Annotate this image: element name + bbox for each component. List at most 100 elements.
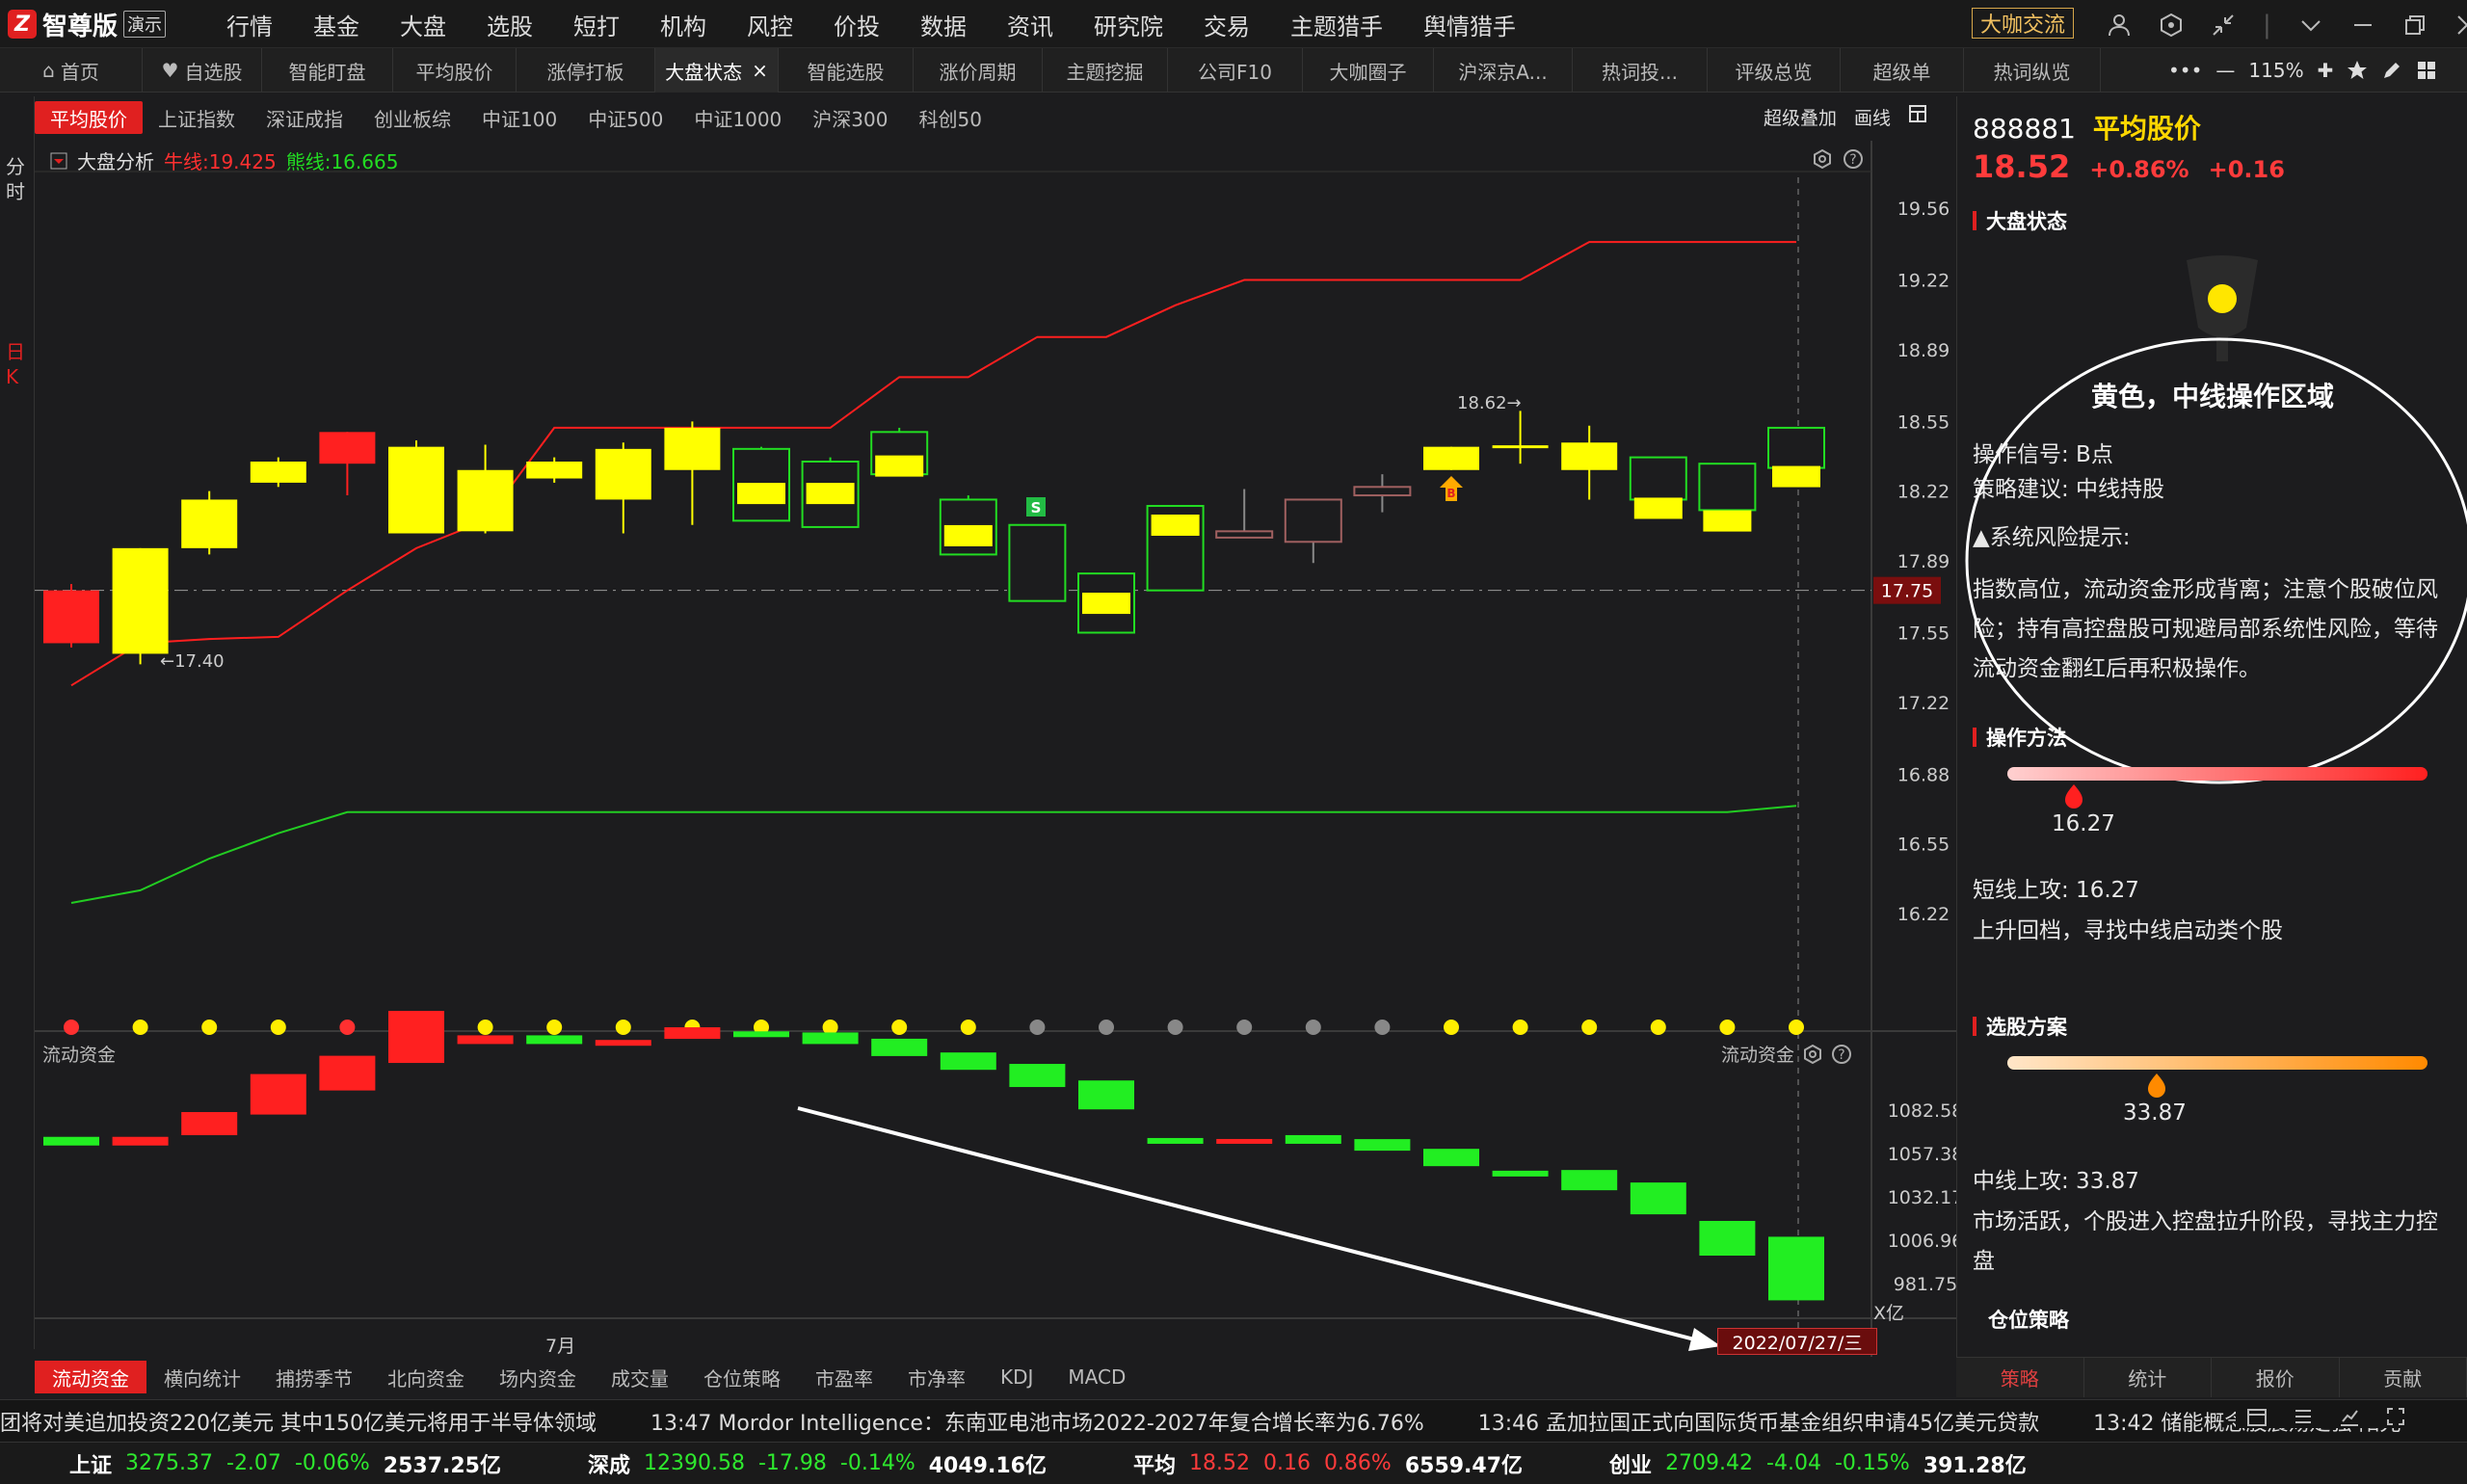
zoom-in-button[interactable]: ✚ [2318, 59, 2334, 82]
maximize-icon[interactable] [2402, 13, 2427, 38]
menu-item[interactable]: 舆情猎手 [1423, 8, 1516, 41]
menu-item[interactable]: 基金 [313, 8, 359, 41]
expand-icon[interactable] [2384, 1405, 2407, 1428]
index-tab-1[interactable]: 上证指数 [143, 101, 251, 134]
menu-item[interactable]: 机构 [660, 8, 706, 41]
news-item[interactable]: 13:47 Mordor Intelligence：东南亚电池市场2022-20… [650, 1406, 1424, 1437]
daily-k-button[interactable]: 日K [6, 339, 29, 389]
minimize-icon[interactable] [2350, 13, 2375, 38]
indicator-tab-3[interactable]: 北向资金 [370, 1361, 482, 1393]
tab-6[interactable]: 智能选股 [779, 48, 914, 93]
flow-bar [1147, 1137, 1204, 1144]
indicator-tab-0[interactable]: 流动资金 [35, 1361, 146, 1393]
help-icon[interactable]: ? [1843, 148, 1864, 170]
tab-3[interactable]: 平均股价 [393, 48, 517, 93]
menu-item[interactable]: 大盘 [400, 8, 446, 41]
index-tab-0[interactable]: 平均股价 [35, 101, 143, 134]
draw-button[interactable]: 画线 [1854, 104, 1891, 130]
news-ticker[interactable]: 团将对美追加投资220亿美元 其中150亿美元将用于半导体领域 13:47 Mor… [0, 1399, 2467, 1442]
flow-bar [1285, 1134, 1341, 1144]
layout-icon[interactable] [1908, 104, 1927, 123]
settings-icon[interactable] [1802, 1044, 1823, 1065]
cube-icon[interactable] [2159, 13, 2184, 38]
shrink-icon[interactable] [2211, 13, 2236, 38]
indicator-tab-8[interactable]: 市净率 [890, 1361, 983, 1393]
chart-icon[interactable] [2338, 1405, 2361, 1428]
tab-4[interactable]: 涨停打板 [517, 48, 655, 93]
indicator-tab-2[interactable]: 捕捞季节 [258, 1361, 370, 1393]
index-quote-3[interactable]: 创业 2709.42 -4.04 -0.15% 391.28亿 [1609, 1448, 2027, 1479]
menu-item[interactable]: 价投 [834, 8, 880, 41]
tab-2[interactable]: 智能盯盘 [262, 48, 393, 93]
indicator-tab-4[interactable]: 场内资金 [482, 1361, 594, 1393]
index-tab-3[interactable]: 创业板综 [358, 101, 466, 134]
chat-button[interactable]: 大咖交流 [1972, 8, 2075, 39]
tab-15[interactable]: 热词纵览 [1964, 48, 2101, 93]
flow-tick: 1032.17 [1888, 1187, 1956, 1208]
calendar-icon[interactable] [2245, 1405, 2268, 1428]
tab-close-icon[interactable]: × [752, 59, 768, 82]
menu-item[interactable]: 风控 [747, 8, 793, 41]
pen-icon[interactable] [2381, 60, 2402, 81]
tab-12[interactable]: 热词投... [1573, 48, 1708, 93]
main-chart[interactable]: 19.56 19.22 18.89 18.55 18.22 17.89 17.55 17.22… [35, 141, 1956, 1357]
help-icon[interactable]: ? [1831, 1044, 1852, 1065]
news-item[interactable]: 团将对美追加投资220亿美元 其中150亿美元将用于半导体领域 [0, 1406, 597, 1437]
tab-1[interactable]: ♥ 自选股 [143, 48, 262, 93]
menu-item[interactable]: 数据 [920, 8, 967, 41]
index-tab-5[interactable]: 中证500 [572, 101, 678, 134]
more-tabs-button[interactable]: ••• [2168, 59, 2202, 82]
tab-9[interactable]: 公司F10 [1168, 48, 1303, 93]
zoom-out-button[interactable]: — [2215, 59, 2235, 82]
menu-item[interactable]: 选股 [487, 8, 533, 41]
tab-13[interactable]: 评级总览 [1708, 48, 1841, 93]
menu-item[interactable]: 主题猎手 [1290, 8, 1383, 41]
index-tab-7[interactable]: 沪深300 [797, 101, 903, 134]
close-icon[interactable] [2454, 13, 2467, 38]
panel-tab-1[interactable]: 统计 [2084, 1358, 2212, 1397]
menu-item[interactable]: 行情 [226, 8, 273, 41]
index-tab-8[interactable]: 科创50 [903, 101, 996, 134]
indicator-tab-5[interactable]: 成交量 [594, 1361, 686, 1393]
fenshi-button[interactable]: 分时 [6, 154, 29, 204]
tab-11[interactable]: 沪深京A... [1434, 48, 1573, 93]
chevron-down-icon[interactable] [2298, 13, 2323, 38]
news-item[interactable]: 13:46 孟加拉国正式向国际货币基金组织申请45亿美元贷款 [1478, 1406, 2039, 1437]
tab-0[interactable]: ⌂ 首页 [0, 48, 143, 93]
indicator-tab-6[interactable]: 仓位策略 [686, 1361, 798, 1393]
user-icon[interactable] [2107, 13, 2132, 38]
settings-icon[interactable] [1812, 148, 1833, 170]
index-chg: -2.07 [226, 1451, 281, 1475]
menu-item[interactable]: 资讯 [1007, 8, 1053, 41]
tab-10[interactable]: 大咖圈子 [1303, 48, 1434, 93]
index-quote-1[interactable]: 深成 12390.58 -17.98 -0.14% 4049.16亿 [588, 1448, 1047, 1479]
candle [870, 427, 929, 477]
app-logo[interactable]: Z 智尊版 演示 [8, 8, 167, 41]
menu-item[interactable]: 短打 [573, 8, 620, 41]
mid-pointer-icon [2148, 1073, 2165, 1098]
index-tab-6[interactable]: 中证1000 [678, 101, 797, 134]
panel-tab-0[interactable]: 策略 [1956, 1358, 2084, 1397]
list-icon[interactable] [2292, 1405, 2315, 1428]
index-quote-0[interactable]: 上证 3275.37 -2.07 -0.06% 2537.25亿 [69, 1448, 501, 1479]
indicator-tab-9[interactable]: KDJ [983, 1361, 1050, 1393]
indicator-tab-7[interactable]: 市盈率 [798, 1361, 890, 1393]
tab-5[interactable]: 大盘状态 × [655, 48, 779, 93]
index-tab-4[interactable]: 中证100 [466, 101, 572, 134]
menu-item[interactable]: 研究院 [1094, 8, 1163, 41]
tab-8[interactable]: 主题挖掘 [1043, 48, 1168, 93]
menu-item[interactable]: 交易 [1204, 8, 1250, 41]
panel-tab-3[interactable]: 贡献 [2340, 1358, 2467, 1397]
index-quote-2[interactable]: 平均 18.52 0.16 0.86% 6559.47亿 [1133, 1448, 1523, 1479]
indicator-tab-10[interactable]: MACD [1050, 1361, 1143, 1393]
indicator-tab-1[interactable]: 横向统计 [146, 1361, 258, 1393]
tab-7[interactable]: 涨价周期 [914, 48, 1043, 93]
grid-icon[interactable] [2416, 60, 2437, 81]
overlay-button[interactable]: 超级叠加 [1764, 104, 1837, 130]
panel-tab-2[interactable]: 报价 [2212, 1358, 2340, 1397]
dropdown-icon[interactable] [50, 152, 67, 170]
tab-label: 公司F10 [1198, 60, 1272, 84]
index-tab-2[interactable]: 深证成指 [251, 101, 358, 134]
tab-14[interactable]: 超级单 [1841, 48, 1964, 93]
star-icon[interactable] [2347, 60, 2368, 81]
